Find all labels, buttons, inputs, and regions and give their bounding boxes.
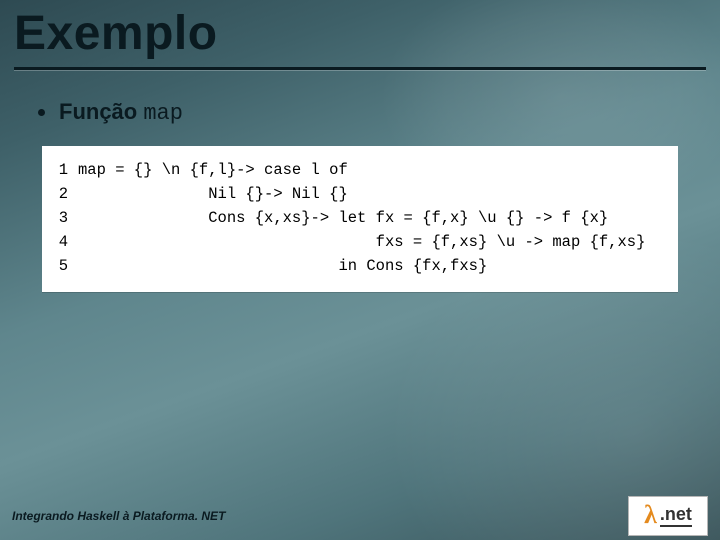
bullet-item: Função map — [34, 99, 686, 126]
code-text: Nil {}-> Nil {} — [78, 182, 664, 206]
logo: λ .net — [628, 496, 708, 536]
line-number: 4 — [56, 230, 78, 254]
line-number: 2 — [56, 182, 78, 206]
line-number: 1 — [56, 158, 78, 182]
code-line: 2 Nil {}-> Nil {} — [56, 182, 664, 206]
bullet-dot-icon — [38, 109, 45, 116]
line-number: 5 — [56, 254, 78, 278]
line-number: 3 — [56, 206, 78, 230]
code-text: in Cons {fx,fxs} — [78, 254, 664, 278]
code-panel: 1 map = {} \n {f,l}-> case l of 2 Nil {}… — [42, 146, 678, 292]
code-line: 3 Cons {x,xs}-> let fx = {f,x} \u {} -> … — [56, 206, 664, 230]
slide-body: Função map 1 map = {} \n {f,l}-> case l … — [0, 71, 720, 292]
footer-text: Integrando Haskell à Plataforma. NET — [12, 509, 225, 523]
code-line: 4 fxs = {f,xs} \u -> map {f,xs} — [56, 230, 664, 254]
footer: Integrando Haskell à Plataforma. NET λ .… — [0, 498, 720, 540]
bullet-code: map — [143, 101, 183, 126]
code-text: fxs = {f,xs} \u -> map {f,xs} — [78, 230, 664, 254]
slide-title: Exemplo — [14, 6, 706, 61]
bullet-label: Função — [59, 99, 137, 124]
lambda-icon: λ — [644, 502, 657, 528]
logo-text: .net — [660, 505, 692, 527]
code-line: 1 map = {} \n {f,l}-> case l of — [56, 158, 664, 182]
code-line: 5 in Cons {fx,fxs} — [56, 254, 664, 278]
code-text: Cons {x,xs}-> let fx = {f,x} \u {} -> f … — [78, 206, 664, 230]
code-text: map = {} \n {f,l}-> case l of — [78, 158, 664, 182]
title-area: Exemplo — [0, 0, 720, 71]
